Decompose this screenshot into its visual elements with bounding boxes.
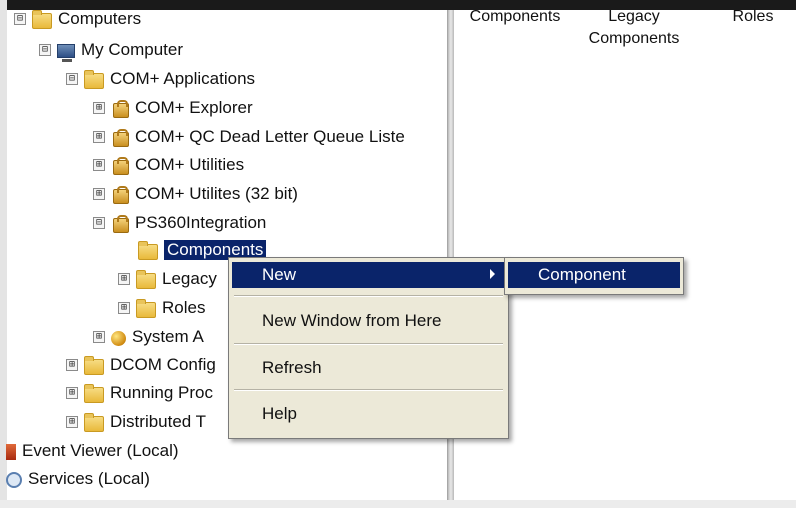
expand-toggle[interactable]: ⊞ xyxy=(93,188,105,200)
package-icon xyxy=(113,99,129,118)
folder-icon xyxy=(84,383,104,403)
tree-item-com-explorer[interactable]: ⊞ COM+ Explorer xyxy=(93,95,253,121)
folder-icon xyxy=(136,269,156,289)
menu-separator xyxy=(234,343,503,345)
submenu-item-component[interactable]: Component xyxy=(508,262,680,288)
globe-icon xyxy=(111,330,126,346)
tree-item-distributed-transaction[interactable]: ⊞ Distributed T xyxy=(66,409,206,435)
menu-item-label: New xyxy=(262,265,297,284)
folder-icon xyxy=(32,9,52,29)
package-icon xyxy=(113,156,129,175)
tree-item-system-applications[interactable]: ⊞ System A xyxy=(93,324,204,350)
computer-icon xyxy=(57,44,75,62)
folder-icon xyxy=(136,298,156,318)
tree-item-label: Distributed T xyxy=(110,412,207,431)
tree-item-running-processes[interactable]: ⊞ Running Proc xyxy=(66,380,213,406)
package-icon xyxy=(113,214,129,233)
expand-toggle[interactable]: ⊞ xyxy=(93,102,105,114)
tree-item-computers[interactable]: ⊟ Computers xyxy=(14,6,141,32)
expand-toggle[interactable]: ⊞ xyxy=(66,387,78,399)
expand-toggle[interactable]: ⊞ xyxy=(93,159,105,171)
tree-item-label: My Computer xyxy=(81,40,184,59)
new-submenu: Component xyxy=(504,257,684,295)
menu-item-label: New Window from Here xyxy=(262,311,442,330)
menu-item-label: Component xyxy=(538,265,626,284)
expand-toggle[interactable]: ⊞ xyxy=(66,359,78,371)
expand-toggle[interactable]: ⊞ xyxy=(66,416,78,428)
tree-item-label: Services (Local) xyxy=(28,469,150,488)
collapse-toggle[interactable]: ⊟ xyxy=(14,13,26,25)
tree-item-label: DCOM Config xyxy=(110,355,216,374)
tree-item-label: Roles xyxy=(162,298,206,317)
tree-item-dcom-config[interactable]: ⊞ DCOM Config xyxy=(66,352,216,378)
context-menu: New New Window from Here Refresh Help xyxy=(228,257,509,439)
tree-item-com-applications[interactable]: ⊟ COM+ Applications xyxy=(66,66,255,92)
tree-item-label: COM+ Applications xyxy=(110,69,256,88)
collapse-toggle[interactable]: ⊟ xyxy=(93,217,105,229)
expand-toggle[interactable]: ⊞ xyxy=(93,331,105,343)
menu-separator xyxy=(234,389,503,391)
tree-item-label: Legacy xyxy=(162,269,217,288)
tree-item-label: Event Viewer (Local) xyxy=(22,441,179,460)
expand-toggle[interactable]: ⊞ xyxy=(118,273,130,285)
tree-item-roles[interactable]: ⊞ Roles xyxy=(118,295,205,321)
menu-item-label: Help xyxy=(262,404,297,423)
expand-toggle[interactable]: ⊞ xyxy=(93,131,105,143)
collapse-toggle[interactable]: ⊟ xyxy=(66,73,78,85)
folder-icon xyxy=(84,355,104,375)
tree-item-com-utilities[interactable]: ⊞ COM+ Utilities xyxy=(93,152,244,178)
window-bottom-border xyxy=(0,500,796,508)
tree-item-my-computer[interactable]: ⊟ My Computer xyxy=(39,37,183,63)
expand-toggle[interactable]: ⊞ xyxy=(118,302,130,314)
menu-item-new[interactable]: New xyxy=(232,262,505,288)
menu-item-help[interactable]: Help xyxy=(232,401,505,427)
tree-item-label: Running Proc xyxy=(110,383,214,402)
package-icon xyxy=(113,185,129,204)
tree-item-label: COM+ Utilites (32 bit) xyxy=(135,184,298,203)
services-icon xyxy=(6,472,22,488)
tree-item-event-viewer[interactable]: Event Viewer (Local) xyxy=(6,438,179,464)
details-item-components[interactable]: Components xyxy=(456,6,574,28)
folder-icon xyxy=(138,240,158,260)
tree-item-label: COM+ QC Dead Letter Queue Liste xyxy=(135,127,405,146)
folder-icon xyxy=(84,69,104,89)
tree-item-label: Computers xyxy=(58,9,142,28)
menu-item-refresh[interactable]: Refresh xyxy=(232,355,505,381)
tree-item-label: COM+ Utilities xyxy=(135,155,245,174)
tree-item-services[interactable]: Services (Local) xyxy=(6,466,150,492)
package-icon xyxy=(113,128,129,147)
tree-item-label: System A xyxy=(132,327,204,346)
details-item-roles[interactable]: Roles xyxy=(718,6,788,28)
tree-item-label: COM+ Explorer xyxy=(135,98,253,117)
tree-item-legacy[interactable]: ⊞ Legacy xyxy=(118,266,217,292)
tree-item-com-utilities-32bit[interactable]: ⊞ COM+ Utilites (32 bit) xyxy=(93,181,298,207)
menu-item-label: Refresh xyxy=(262,358,322,377)
submenu-arrow-icon xyxy=(490,269,495,279)
tree-item-com-qc-dead-letter[interactable]: ⊞ COM+ QC Dead Letter Queue Liste xyxy=(93,124,405,150)
folder-icon xyxy=(84,412,104,432)
details-item-legacy-components[interactable]: Legacy Components xyxy=(574,6,694,50)
event-viewer-icon xyxy=(6,443,16,460)
tree-item-ps360integration[interactable]: ⊟ PS360Integration xyxy=(93,210,266,236)
collapse-toggle[interactable]: ⊟ xyxy=(39,44,51,56)
menu-item-new-window[interactable]: New Window from Here xyxy=(232,308,505,334)
tree-item-label: PS360Integration xyxy=(135,213,267,232)
menu-separator xyxy=(234,295,503,297)
